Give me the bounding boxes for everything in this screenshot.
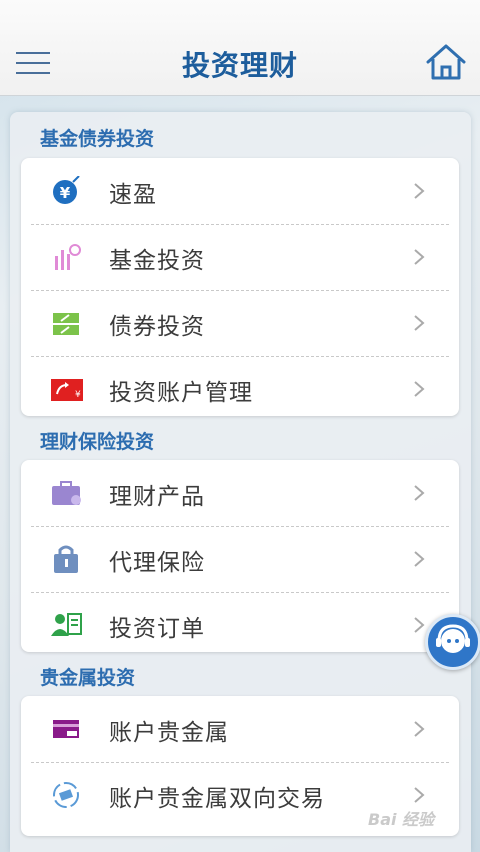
order-user-icon (51, 610, 83, 640)
menu-item-label: 基金投资 (109, 248, 205, 274)
menu-item-label: 投资订单 (109, 616, 205, 642)
insurance-lock-icon (51, 544, 83, 574)
menu-item-label: 账户贵金属双向交易 (109, 786, 325, 812)
menu-item-wealth-products[interactable]: 理财产品 (21, 460, 459, 526)
chevron-right-icon (414, 249, 425, 265)
menu-item-label: 账户贵金属 (109, 720, 229, 746)
chevron-right-icon (414, 183, 425, 199)
menu-item-suying[interactable]: ¥ 速盈 (21, 158, 459, 224)
app-header: 投资理财 (0, 0, 480, 96)
chevron-right-icon (414, 787, 425, 803)
menu-item-agency-insurance[interactable]: 代理保险 (21, 526, 459, 592)
menu-item-fund-investment[interactable]: 基金投资 (21, 224, 459, 290)
menu-item-account-precious-metal[interactable]: 账户贵金属 (21, 696, 459, 762)
chevron-right-icon (414, 617, 425, 633)
bond-icon (51, 308, 83, 338)
fund-chart-icon (51, 242, 83, 272)
menu-item-investment-orders[interactable]: 投资订单 (21, 592, 459, 652)
watermark: Bai 经验 (368, 810, 435, 829)
home-icon[interactable] (424, 42, 468, 82)
menu-item-label: 代理保险 (109, 550, 205, 576)
chevron-right-icon (414, 485, 425, 501)
menu-item-investment-account[interactable]: ¥ 投资账户管理 (21, 356, 459, 416)
svg-text:¥: ¥ (60, 184, 71, 202)
chevron-right-icon (414, 721, 425, 737)
section-title-wealth-insurance: 理财保险投资 (40, 431, 155, 453)
svg-text:¥: ¥ (75, 390, 81, 400)
menu-item-label: 投资账户管理 (109, 380, 253, 406)
chevron-right-icon (414, 551, 425, 567)
page-title: 投资理财 (181, 49, 298, 82)
customer-service-icon[interactable] (425, 614, 480, 670)
menu-item-label: 速盈 (109, 182, 157, 208)
chevron-right-icon (414, 381, 425, 397)
section-card-fund-bond: ¥ 速盈 基金投资 债券投资 ¥ 投资账户管理 (21, 158, 459, 416)
section-title-precious-metals: 贵金属投资 (40, 667, 136, 689)
menu-item-bond-investment[interactable]: 债券投资 (21, 290, 459, 356)
menu-item-label: 债券投资 (109, 314, 205, 340)
briefcase-icon (51, 478, 83, 508)
yen-coin-icon: ¥ (51, 175, 83, 206)
section-card-wealth-insurance: 理财产品 代理保险 投资订单 (21, 460, 459, 652)
account-transfer-icon: ¥ (51, 374, 83, 404)
two-way-trade-icon (51, 780, 83, 810)
metal-card-icon (51, 714, 83, 744)
section-title-fund-bond: 基金债券投资 (40, 128, 155, 150)
menu-item-label: 理财产品 (109, 484, 205, 510)
chevron-right-icon (414, 315, 425, 331)
